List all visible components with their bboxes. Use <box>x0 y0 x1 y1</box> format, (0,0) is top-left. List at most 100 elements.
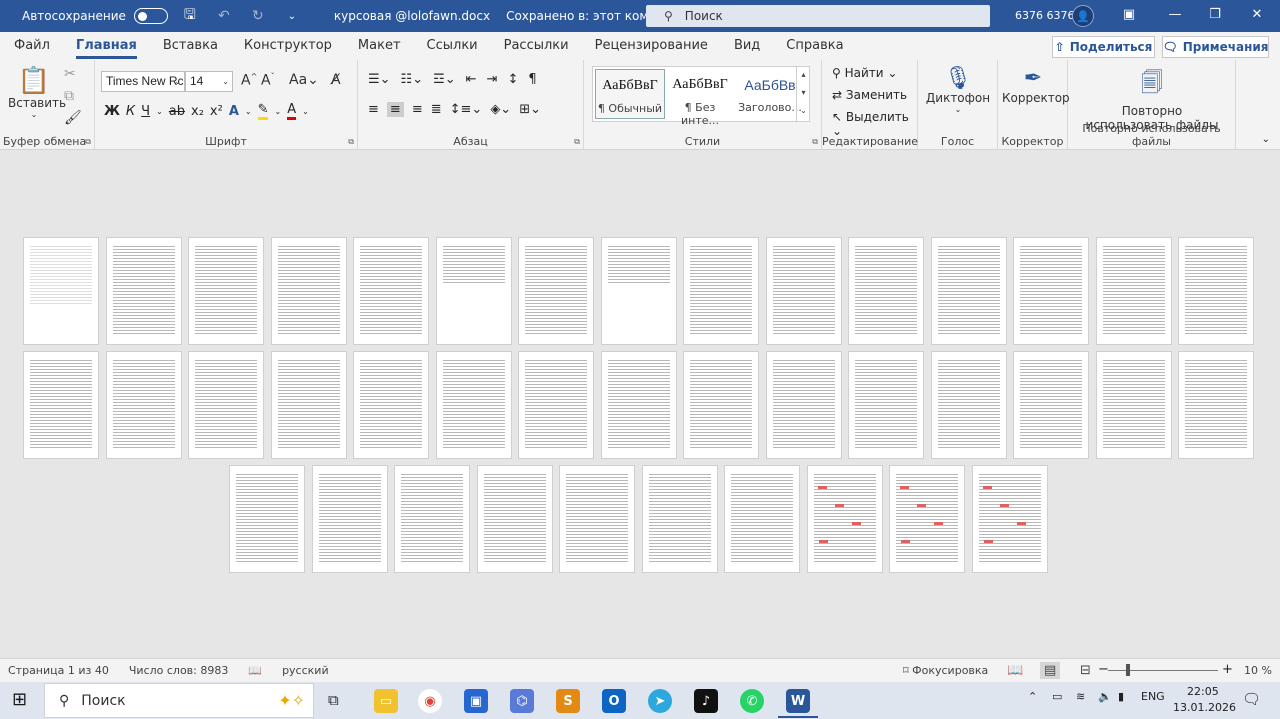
zoom-in-icon[interactable]: + <box>1222 662 1233 677</box>
page-thumbnail[interactable] <box>229 465 305 573</box>
page-thumbnail[interactable] <box>477 465 553 573</box>
page-thumbnail[interactable] <box>1096 237 1172 345</box>
page-thumbnail[interactable] <box>271 351 347 459</box>
page-thumbnail[interactable] <box>312 465 388 573</box>
align-right-icon[interactable]: ≡ <box>412 102 423 117</box>
chevron-down-icon[interactable]: ⌄ <box>274 107 281 116</box>
maximize-icon[interactable]: ❐ <box>1200 7 1230 22</box>
volume-icon[interactable]: 🔈 <box>1098 690 1112 703</box>
change-case-icon[interactable]: Aa⌄ <box>289 72 319 88</box>
search-box[interactable]: ⚲ Поиск <box>646 5 990 27</box>
align-left-icon[interactable]: ≡ <box>368 102 379 117</box>
bold-icon[interactable]: Ж <box>104 104 120 119</box>
store-icon[interactable]: ▣ <box>464 689 488 713</box>
page-thumbnail[interactable] <box>848 351 924 459</box>
word-icon[interactable]: W <box>786 689 810 713</box>
page-thumbnail[interactable] <box>724 465 800 573</box>
page-thumbnail[interactable] <box>23 237 99 345</box>
input-language[interactable]: ENG <box>1141 690 1165 703</box>
bullets-icon[interactable]: ☰⌄ <box>368 72 391 87</box>
network-icon[interactable]: ▭ <box>1052 690 1062 703</box>
chevron-down-icon[interactable]: ⌄ <box>156 107 163 116</box>
shrink-font-icon[interactable]: Aˇ <box>261 72 275 89</box>
page-thumbnail[interactable] <box>601 237 677 345</box>
page-thumbnail[interactable] <box>106 351 182 459</box>
zoom-slider[interactable] <box>1108 670 1218 671</box>
dictate-button[interactable]: 🎙 Диктофон ⌄ <box>924 66 992 114</box>
italic-icon[interactable]: К <box>126 104 135 119</box>
style-heading[interactable]: АаБбВв Заголово... <box>735 69 805 119</box>
zoom-level[interactable]: 10 % <box>1244 664 1272 677</box>
dialog-launcher-icon[interactable]: ⧉ <box>85 137 91 147</box>
underline-icon[interactable]: Ч <box>141 104 150 119</box>
clear-formatting-icon[interactable]: A̸ <box>331 72 341 88</box>
replace-button[interactable]: ⇄ Заменить <box>832 88 907 102</box>
tab-0[interactable]: Файл <box>14 32 50 60</box>
word-count[interactable]: Число слов: 8983 <box>129 664 228 677</box>
page-thumbnail[interactable] <box>766 237 842 345</box>
select-button[interactable]: ↖ Выделить ⌄ <box>832 110 917 138</box>
text-effects-icon[interactable]: A <box>229 104 239 119</box>
read-mode-icon[interactable]: 📖 <box>1007 663 1023 678</box>
page-thumbnail[interactable] <box>972 465 1048 573</box>
superscript-icon[interactable]: x² <box>210 104 223 119</box>
tab-1[interactable]: Главная <box>75 32 137 60</box>
borders-icon[interactable]: ⊞⌄ <box>519 102 541 117</box>
tab-3[interactable]: Конструктор <box>244 32 332 60</box>
page-thumbnail[interactable] <box>1096 351 1172 459</box>
python-icon[interactable]: ⌬ <box>510 689 534 713</box>
collapse-ribbon-icon[interactable]: ⌄ <box>1262 134 1270 145</box>
dialog-launcher-icon[interactable]: ⧉ <box>812 137 818 147</box>
font-name-input[interactable]: Times New Rc ⌄ <box>101 71 185 92</box>
ribbon-display-icon[interactable]: ▣ <box>1114 7 1144 22</box>
page-thumbnail[interactable] <box>271 237 347 345</box>
page-thumbnail[interactable] <box>601 351 677 459</box>
format-painter-icon[interactable]: 🖌 <box>64 110 82 126</box>
proofing-icon[interactable]: 📖 <box>248 664 262 677</box>
outlook-icon[interactable]: O <box>602 689 626 713</box>
tab-6[interactable]: Рассылки <box>504 32 569 60</box>
page-thumbnail[interactable] <box>683 351 759 459</box>
style-no-spacing[interactable]: АаБбВвГ ¶ Без инте... <box>665 69 735 127</box>
avatar[interactable]: 👤 <box>1072 5 1094 27</box>
battery-icon[interactable]: ▮ <box>1118 690 1124 703</box>
print-layout-icon[interactable]: ▤ <box>1040 662 1061 679</box>
taskbar-search[interactable]: ⚲ Поиск ✦✧ <box>44 683 314 718</box>
page-thumbnail[interactable] <box>889 465 965 573</box>
wifi-icon[interactable]: ≋ <box>1076 690 1085 703</box>
increase-indent-icon[interactable]: ⇥ <box>487 72 498 87</box>
save-icon[interactable]: 🖫 <box>178 4 202 28</box>
task-view-icon[interactable]: ⧉ <box>328 691 339 709</box>
page-thumbnail[interactable] <box>642 465 718 573</box>
page-thumbnail[interactable] <box>559 465 635 573</box>
gallery-scroll[interactable]: ▴ ▾ ⌄ <box>796 66 810 122</box>
document-canvas[interactable] <box>0 150 1280 658</box>
page-thumbnail[interactable] <box>683 237 759 345</box>
multilevel-list-icon[interactable]: ☲⌄ <box>433 72 456 87</box>
minimize-icon[interactable]: — <box>1160 7 1190 22</box>
page-thumbnail[interactable] <box>807 465 883 573</box>
copy-icon[interactable]: ⧉ <box>64 88 74 104</box>
shading-icon[interactable]: ◈⌄ <box>490 102 511 117</box>
justify-icon[interactable]: ≣ <box>431 102 442 117</box>
find-button[interactable]: ⚲ Найти ⌄ <box>832 66 897 80</box>
page-thumbnail[interactable] <box>188 237 264 345</box>
close-icon[interactable]: ✕ <box>1242 7 1272 22</box>
chevron-down-icon[interactable]: ⌄ <box>245 107 252 116</box>
page-thumbnail[interactable] <box>518 237 594 345</box>
tab-9[interactable]: Справка <box>786 32 843 60</box>
page-thumbnail[interactable] <box>106 237 182 345</box>
show-marks-icon[interactable]: ¶ <box>528 72 536 87</box>
editor-button[interactable]: ✒ Корректор <box>1002 66 1070 105</box>
language-indicator[interactable]: русский <box>282 664 329 677</box>
page-thumbnail[interactable] <box>394 465 470 573</box>
page-thumbnail[interactable] <box>931 351 1007 459</box>
style-normal[interactable]: АаБбВвГ ¶ Обычный <box>595 69 665 119</box>
notifications-icon[interactable]: 🗨 <box>1242 690 1261 708</box>
strikethrough-icon[interactable]: ab <box>169 104 185 119</box>
page-thumbnail[interactable] <box>766 351 842 459</box>
paste-button[interactable]: 📋 Вставить ⌄ <box>8 66 66 119</box>
chrome-icon[interactable]: ◉ <box>418 689 442 713</box>
page-thumbnail[interactable] <box>1178 351 1254 459</box>
page-indicator[interactable]: Страница 1 из 40 <box>8 664 109 677</box>
